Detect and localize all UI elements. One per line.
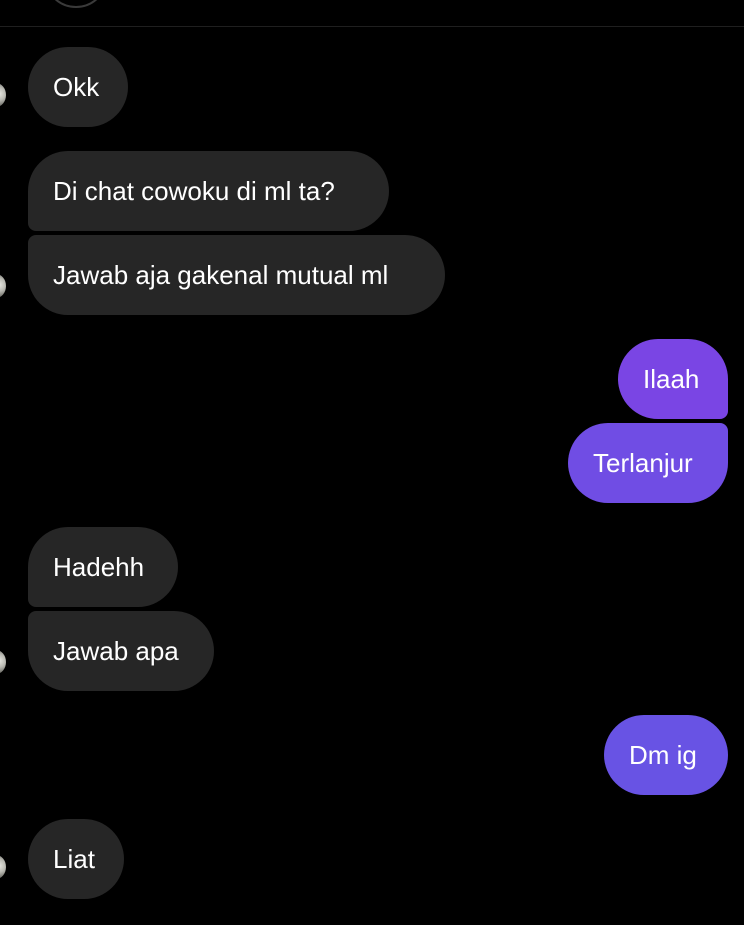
sender-avatar[interactable] (0, 274, 6, 298)
message-bubble-outgoing[interactable]: Ilaah (618, 339, 728, 419)
message-bubble-incoming[interactable]: Di chat cowoku di ml ta? (28, 151, 389, 231)
sender-avatar[interactable] (0, 855, 6, 879)
chat-header (0, 0, 744, 27)
message-bubble-outgoing[interactable]: Terlanjur (568, 423, 728, 503)
message-bubble-incoming[interactable]: Liat (28, 819, 124, 899)
sender-avatar[interactable] (0, 650, 6, 674)
message-bubble-outgoing[interactable]: Dm ig (604, 715, 728, 795)
message-bubble-incoming[interactable]: Jawab aja gakenal mutual ml (28, 235, 445, 315)
message-bubble-incoming[interactable]: Jawab apa (28, 611, 214, 691)
contact-avatar[interactable] (44, 0, 108, 8)
sender-avatar[interactable] (0, 83, 6, 107)
message-bubble-incoming[interactable]: Hadehh (28, 527, 178, 607)
message-bubble-incoming[interactable]: Okk (28, 47, 128, 127)
